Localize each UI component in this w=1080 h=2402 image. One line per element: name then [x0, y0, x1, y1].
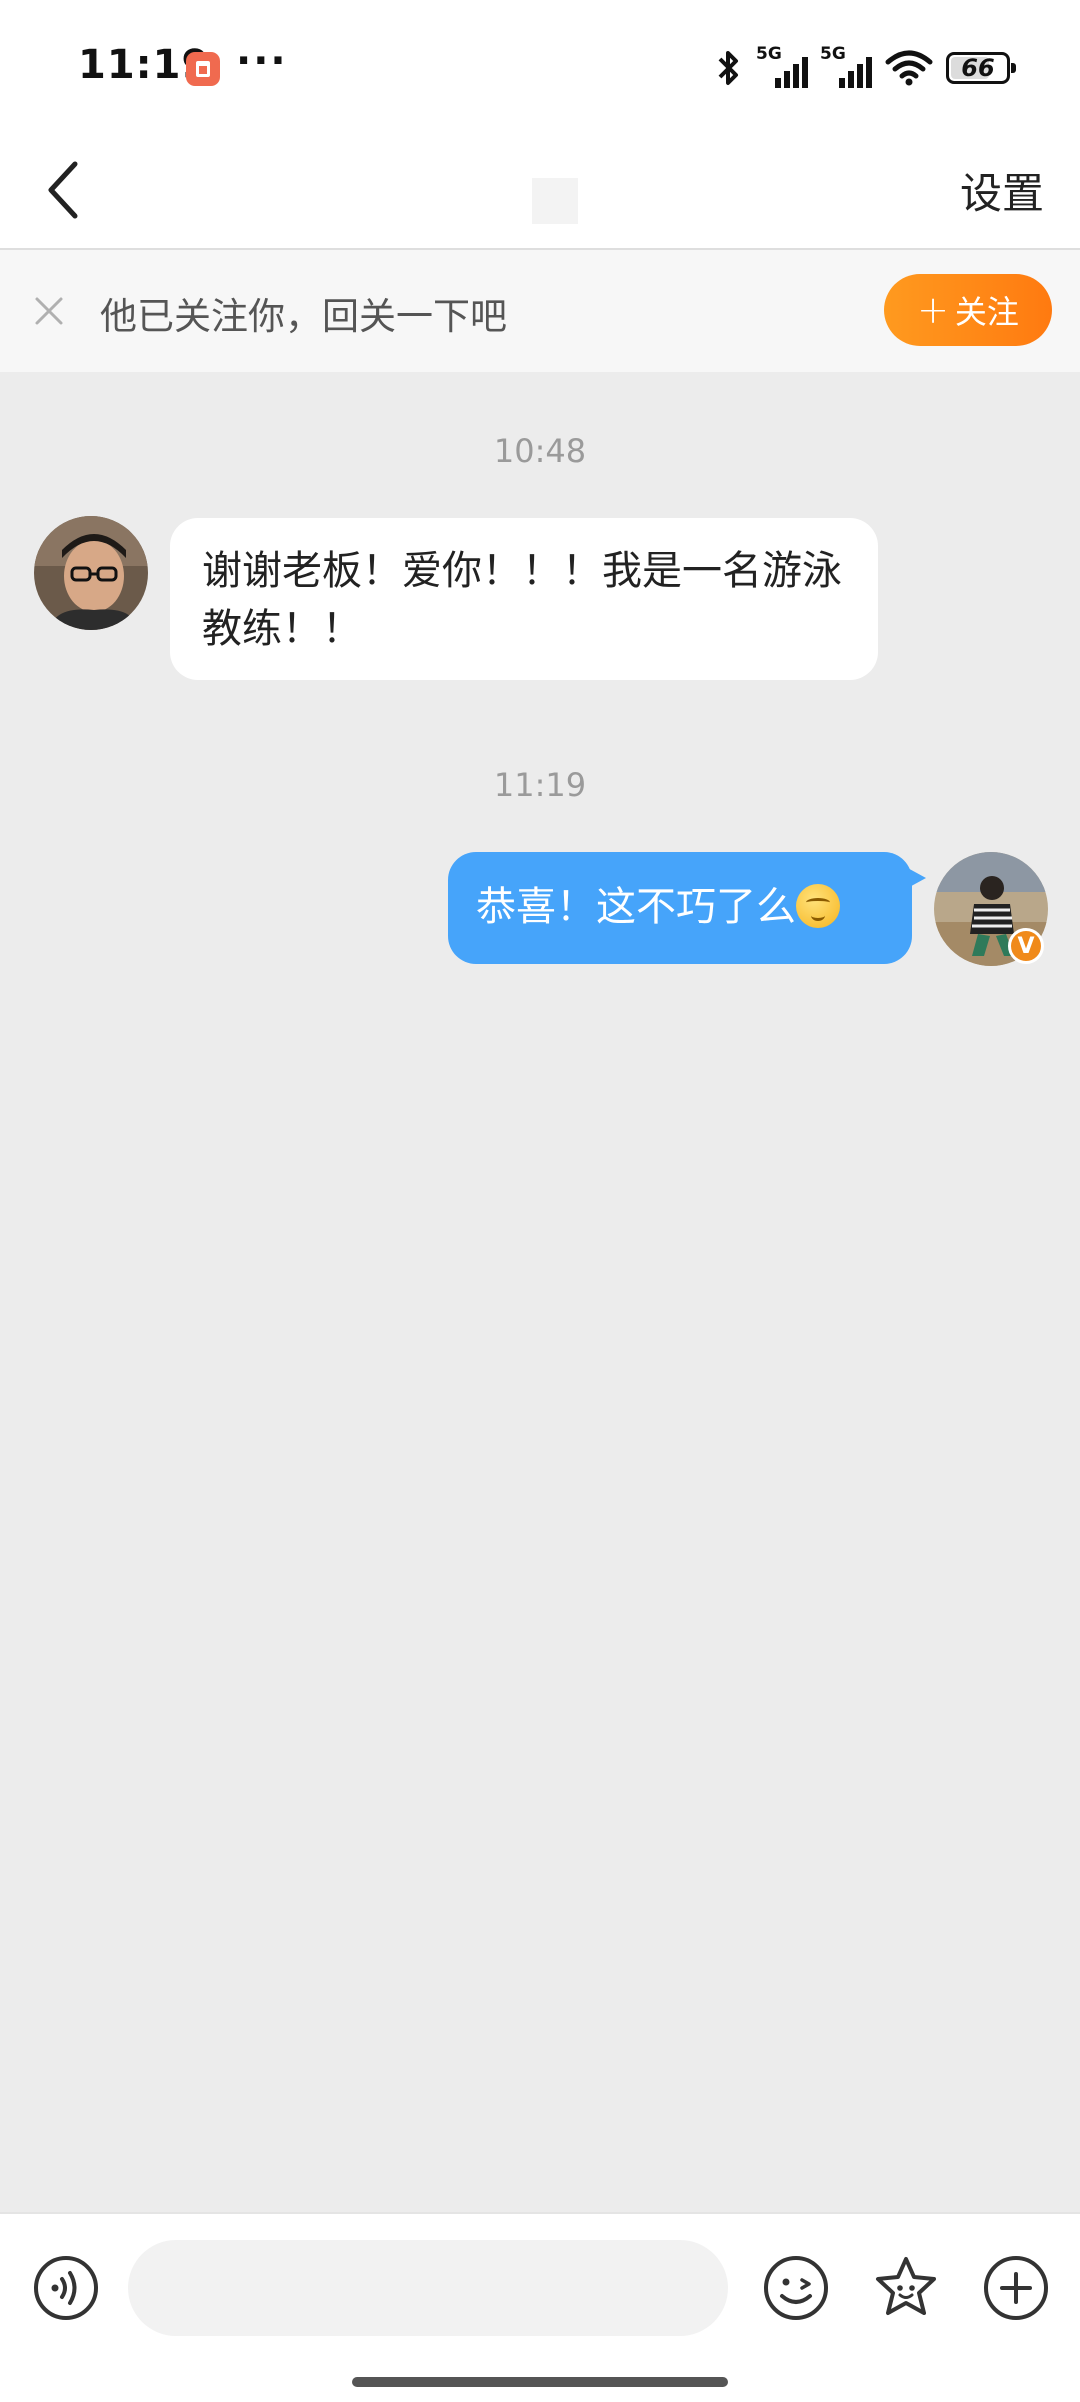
app-notification-icon [186, 52, 220, 86]
home-indicator[interactable] [352, 2377, 728, 2387]
header-title-placeholder [532, 178, 578, 224]
close-icon [35, 297, 63, 325]
plus-icon: + [917, 288, 949, 332]
voice-button[interactable] [30, 2252, 102, 2324]
status-icons: 5G 5G 66 [714, 44, 1016, 92]
back-button[interactable] [28, 150, 98, 230]
follow-back-prompt: 他已关注你，回关一下吧 [100, 295, 507, 338]
battery-icon: 66 [946, 52, 1016, 84]
status-bar: 11:19 ··· 5G 5G 66 [0, 0, 1080, 130]
emoji-button[interactable] [760, 2252, 832, 2324]
contact-avatar[interactable] [34, 516, 148, 630]
wifi-icon [885, 50, 933, 86]
sticker-icon [876, 2257, 936, 2315]
add-button[interactable] [980, 2252, 1052, 2324]
message-timestamp: 10:48 [493, 432, 587, 470]
sticker-button[interactable] [870, 2252, 942, 2324]
bluetooth-icon [718, 51, 738, 85]
chat-header: 设置 [0, 130, 1080, 250]
voice-icon [34, 2256, 98, 2320]
contact-avatar-image [34, 516, 148, 630]
message-input[interactable] [128, 2240, 728, 2336]
more-notifications-icon: ··· [236, 38, 288, 84]
incoming-message-bubble[interactable]: 谢谢老板！爱你！！！我是一名游泳教练！！ [170, 518, 878, 680]
cell-signal-icon: 5G [756, 44, 808, 90]
message-timestamp: 11:19 [493, 766, 587, 804]
add-icon [984, 2256, 1048, 2320]
follow-back-banner: 他已关注你，回关一下吧 + 关注 [0, 250, 1080, 372]
verified-badge-icon: V [1008, 928, 1044, 964]
settings-button[interactable]: 设置 [960, 160, 1044, 221]
input-bar [0, 2212, 1080, 2402]
thinking-face-emoji-icon [796, 884, 840, 928]
cell-signal-icon-2: 5G [820, 44, 872, 90]
close-banner-button[interactable] [28, 290, 70, 332]
outgoing-message-bubble[interactable]: 恭喜！这不巧了么 [448, 852, 926, 964]
follow-button-label: 关注 [954, 293, 1019, 331]
follow-button[interactable]: + 关注 [884, 274, 1052, 346]
chevron-left-icon [48, 161, 78, 219]
outgoing-message-text: 恭喜！这不巧了么 [476, 884, 796, 930]
emoji-icon [764, 2256, 828, 2320]
